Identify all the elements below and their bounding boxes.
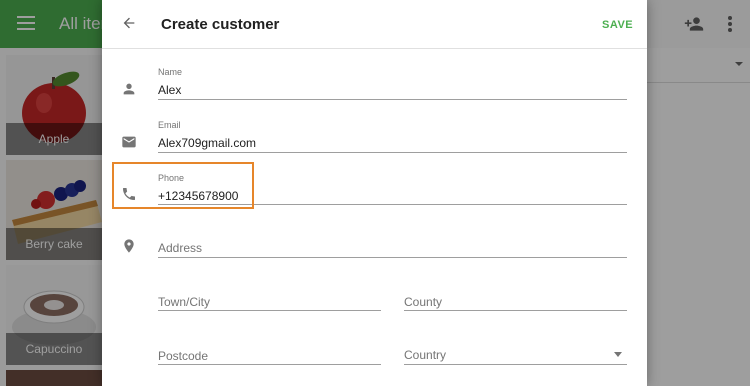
town-field[interactable]: Town/City xyxy=(158,295,210,309)
county-field[interactable]: County xyxy=(404,295,442,309)
address-field-underline xyxy=(158,257,627,258)
dialog-header: Create customer SAVE xyxy=(102,0,647,49)
email-field[interactable]: Alex709gmail.com xyxy=(158,136,256,150)
country-select[interactable]: Country xyxy=(404,348,446,362)
email-field-label: Email xyxy=(158,120,181,130)
dropdown-caret-icon[interactable] xyxy=(614,352,622,357)
phone-field-highlight xyxy=(112,162,254,209)
email-field-underline xyxy=(158,152,627,153)
country-select-underline xyxy=(404,364,627,365)
name-field-underline xyxy=(158,99,627,100)
back-arrow-icon[interactable] xyxy=(121,15,137,31)
address-field[interactable]: Address xyxy=(158,241,202,255)
email-icon xyxy=(122,136,136,148)
town-field-underline xyxy=(158,310,381,311)
location-icon xyxy=(124,239,134,253)
name-field-label: Name xyxy=(158,67,183,77)
save-button[interactable]: SAVE xyxy=(602,19,633,31)
postcode-field-underline xyxy=(158,364,381,365)
name-field[interactable]: Alex xyxy=(158,83,181,97)
postcode-field[interactable]: Postcode xyxy=(158,349,208,363)
county-field-underline xyxy=(404,310,627,311)
person-icon xyxy=(123,83,135,95)
dialog-title: Create customer xyxy=(161,16,280,33)
